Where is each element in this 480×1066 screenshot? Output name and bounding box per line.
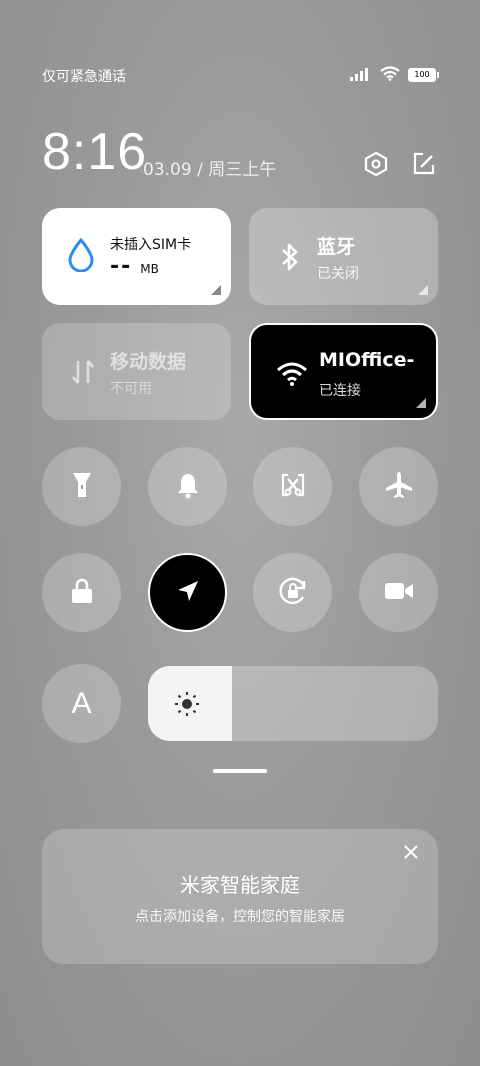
brightness-slider[interactable] <box>148 666 438 741</box>
bluetooth-status: 已关闭 <box>317 266 359 282</box>
rotation-lock-icon <box>277 575 309 611</box>
silent-toggle[interactable] <box>148 447 227 526</box>
close-icon[interactable] <box>400 841 422 863</box>
screenshot-toggle[interactable] <box>253 447 332 526</box>
smart-home-card[interactable]: 米家智能家庭 点击添加设备，控制您的智能家居 <box>42 829 438 964</box>
wifi-tile[interactable]: MIOffice- 已连接 <box>249 323 438 420</box>
signal-icon <box>350 66 372 85</box>
battery-icon: 100 <box>408 68 439 82</box>
rotation-lock-toggle[interactable] <box>253 553 332 632</box>
wifi-status-icon <box>380 65 400 85</box>
bluetooth-icon <box>273 240 307 274</box>
sim-data-value: -- <box>110 254 133 279</box>
expand-corner-icon <box>416 398 426 408</box>
location-toggle[interactable] <box>148 553 227 632</box>
sun-icon <box>174 691 200 717</box>
mobile-data-status: 不可用 <box>110 381 152 397</box>
bluetooth-tile[interactable]: 蓝牙 已关闭 <box>249 208 438 305</box>
mobile-data-title: 移动数据 <box>110 351 187 373</box>
expand-corner-icon <box>418 285 428 295</box>
status-icons: 100 <box>350 65 439 85</box>
font-a-icon: A <box>71 686 92 720</box>
wifi-status: 已连接 <box>319 383 361 399</box>
mobile-data-icon <box>66 355 100 389</box>
edit-icon[interactable] <box>410 150 438 178</box>
lock-icon <box>70 577 94 609</box>
video-icon <box>384 580 414 606</box>
font-size-toggle[interactable]: A <box>42 664 121 743</box>
expand-corner-icon <box>211 285 221 295</box>
data-drop-icon <box>64 238 98 272</box>
flashlight-icon <box>71 470 93 504</box>
settings-icon[interactable] <box>362 150 390 178</box>
drag-handle[interactable] <box>213 769 267 773</box>
bell-icon <box>175 471 201 503</box>
smart-home-subtitle: 点击添加设备，控制您的智能家居 <box>135 909 345 925</box>
smart-home-title: 米家智能家庭 <box>180 873 300 897</box>
carrier-status-text: 仅可紧急通话 <box>42 69 126 85</box>
lock-screen-toggle[interactable] <box>42 553 121 632</box>
screen-record-toggle[interactable] <box>359 553 438 632</box>
airplane-toggle[interactable] <box>359 447 438 526</box>
wifi-network-name: MIOffice- <box>319 349 415 371</box>
bluetooth-title: 蓝牙 <box>317 236 356 258</box>
airplane-icon <box>384 470 414 504</box>
screenshot-icon <box>279 471 307 503</box>
sim-tile-title: 未插入SIM卡 <box>110 237 192 253</box>
sim-data-unit: MB <box>140 262 159 276</box>
location-icon <box>175 578 201 608</box>
clock-time: 8:16 <box>42 123 148 181</box>
battery-level: 100 <box>414 70 430 79</box>
wifi-icon <box>275 357 309 391</box>
flashlight-toggle[interactable] <box>42 447 121 526</box>
sim-data-tile[interactable]: 未插入SIM卡 -- MB <box>42 208 231 305</box>
clock-date: 03.09 / 周三上午 <box>143 160 277 180</box>
mobile-data-tile[interactable]: 移动数据 不可用 <box>42 323 231 420</box>
